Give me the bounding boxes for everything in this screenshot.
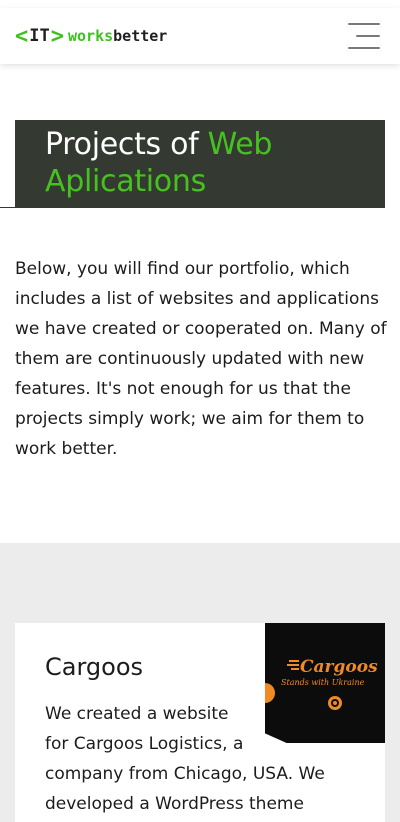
page-title-main: Projects of (45, 127, 208, 162)
project-card[interactable]: Cargoos We created a website for Cargoos… (15, 623, 385, 822)
banner-underline (0, 207, 40, 208)
menu-bar (348, 23, 380, 25)
project-description-line: We created a website (45, 704, 229, 724)
project-description-line: company from Chicago, USA. We (45, 764, 325, 784)
orange-circle-shape (265, 683, 275, 703)
logo-bracket-right: > (50, 23, 64, 49)
hamburger-menu-icon[interactable] (348, 23, 380, 49)
menu-bar (356, 35, 380, 37)
target-icon (328, 696, 342, 710)
intro-paragraph: Below, you will find our portfolio, whic… (15, 259, 387, 459)
menu-bar (348, 47, 380, 49)
logo-word-works: works (67, 27, 114, 45)
page-title-banner: Projects of Web Aplications (15, 120, 385, 208)
logo-it: IT (29, 26, 50, 46)
logo-word-better: better (113, 27, 168, 45)
project-thumbnail[interactable]: Cargoos Stands with Ukraine (265, 623, 385, 743)
project-title: Cargoos (45, 653, 144, 681)
site-logo[interactable]: < IT > works better (15, 24, 167, 49)
cargoos-logo-image: Cargoos Stands with Ukraine (265, 657, 378, 710)
site-header: < IT > works better (0, 8, 400, 64)
speed-lines-icon (287, 660, 299, 670)
thumb-tagline-text: Stands with Ukraine (281, 678, 365, 687)
thumb-brand-text: Cargoos (300, 657, 378, 677)
logo-bracket-left: < (15, 23, 29, 49)
page-title: Projects of Web Aplications (45, 126, 385, 200)
project-description-line: developed a WordPress theme (45, 794, 304, 814)
